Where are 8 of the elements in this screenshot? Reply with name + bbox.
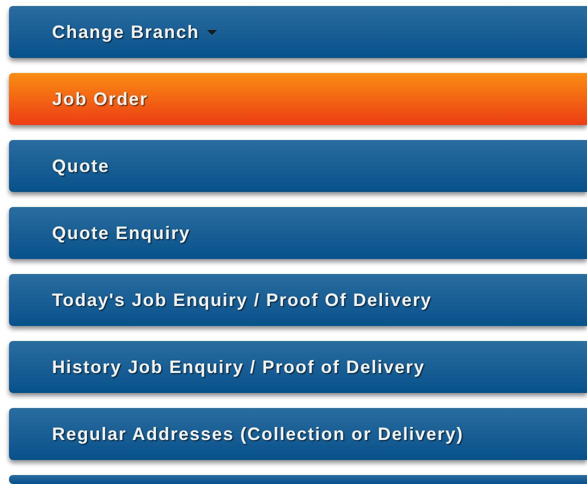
caret-icon [207,30,218,36]
dropdown-button[interactable]: Change Branch [9,6,587,58]
menu-button[interactable]: Quote Enquiry [9,207,587,259]
menu-button[interactable]: Regular Addresses (Collection or Delivery) [9,408,587,460]
menu-button[interactable] [9,475,587,484]
menu-button[interactable]: History Job Enquiry / Proof of Delivery [9,341,587,393]
menu-button[interactable]: Quote [9,140,587,192]
menu-button[interactable]: Today's Job Enquiry / Proof Of Delivery [9,274,587,326]
